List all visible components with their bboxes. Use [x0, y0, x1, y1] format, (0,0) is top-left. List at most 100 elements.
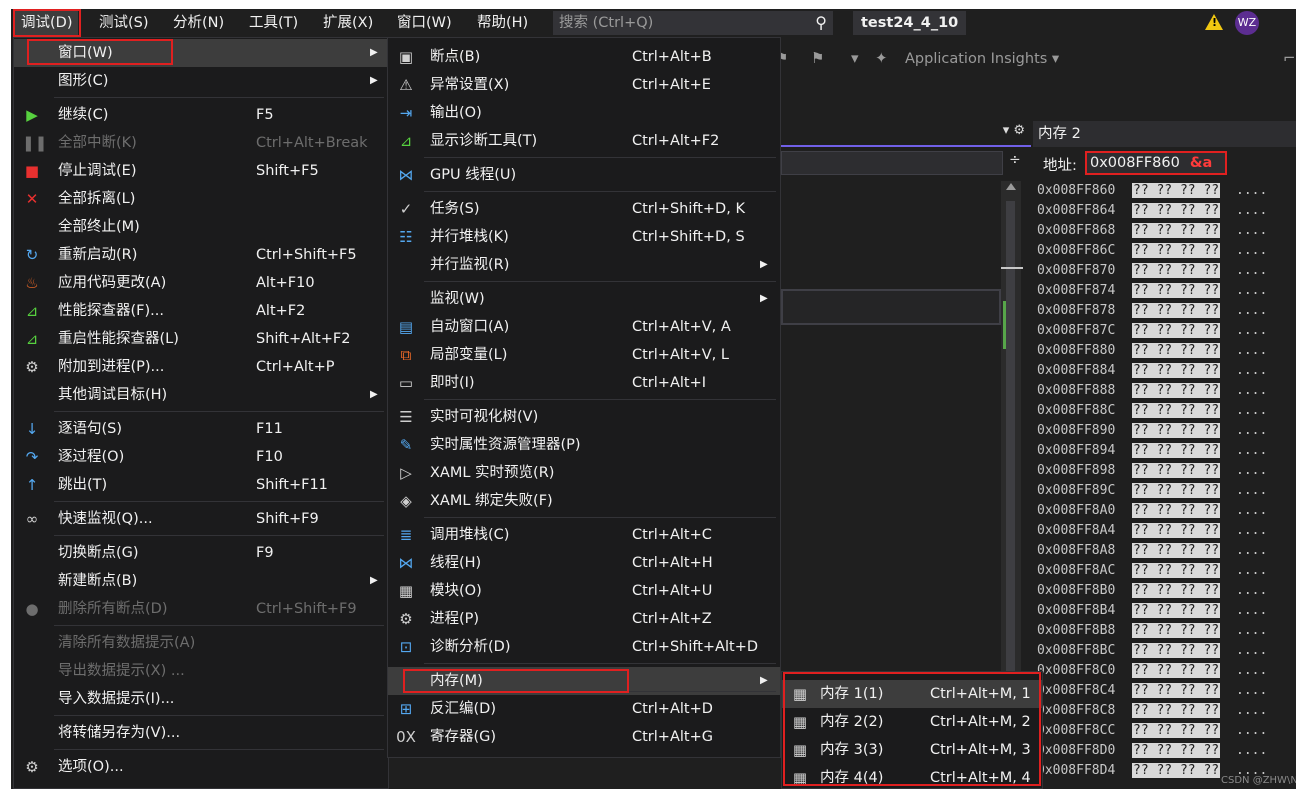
m1-item[interactable]: 窗口(W) ▶ [14, 39, 388, 67]
m3-item[interactable]: ▦ 内存 3(3) Ctrl+Alt+M, 3 [782, 736, 1042, 764]
menu-window[interactable]: 窗口(W) [391, 9, 458, 37]
menu-tools[interactable]: 工具(T) [243, 9, 304, 37]
m1-item[interactable]: ↓ 逐语句(S) F11 [14, 415, 388, 443]
memory-row[interactable]: 0x008FF8C4 ?? ?? ?? ??.... [1033, 681, 1296, 701]
toolbar-overflow-icon[interactable]: ⌐ [1283, 49, 1296, 67]
search-icon[interactable]: ⚲ [815, 11, 827, 35]
m1-item[interactable]: ↑ 跳出(T) Shift+F11 [14, 471, 388, 499]
tab-options-icon[interactable]: ▾ ⚙ [1003, 123, 1025, 138]
menu-test[interactable]: 测试(S) [93, 9, 155, 37]
m3-item[interactable]: ▦ 内存 4(4) Ctrl+Alt+M, 4 [782, 764, 1042, 789]
menu-extensions[interactable]: 扩展(X) [317, 9, 379, 37]
memory-row[interactable]: 0x008FF894 ?? ?? ?? ??.... [1033, 441, 1296, 461]
m1-item[interactable]: ⊿ 重启性能探查器(L) Shift+Alt+F2 [14, 325, 388, 353]
m2-item[interactable]: ▷ XAML 实时预览(R) [388, 459, 780, 487]
memory-window-title[interactable]: 内存 2 [1033, 121, 1296, 147]
m2-item[interactable]: ⋈ 线程(H) Ctrl+Alt+H [388, 549, 780, 577]
m1-item[interactable]: 切换断点(G) F9 [14, 539, 388, 567]
bookmark-icon[interactable]: ⚑ [811, 49, 824, 67]
editor-navigation-dropdown[interactable] [781, 151, 1003, 175]
m1-item[interactable]: ✕ 全部拆离(L) [14, 185, 388, 213]
memory-row[interactable]: 0x008FF890 ?? ?? ?? ??.... [1033, 421, 1296, 441]
m1-item[interactable]: 其他调试目标(H) ▶ [14, 381, 388, 409]
m2-item[interactable]: ⚙ 进程(P) Ctrl+Alt+Z [388, 605, 780, 633]
m1-item[interactable]: ■ 停止调试(E) Shift+F5 [14, 157, 388, 185]
memory-row[interactable]: 0x008FF8C8 ?? ?? ?? ??.... [1033, 701, 1296, 721]
m2-item[interactable]: ▣ 断点(B) Ctrl+Alt+B [388, 43, 780, 71]
m1-item[interactable]: 将转储另存为(V)... [14, 719, 388, 747]
scroll-up-icon[interactable] [1006, 183, 1016, 190]
m2-item[interactable]: ≣ 调用堆栈(C) Ctrl+Alt+C [388, 521, 780, 549]
memory-row[interactable]: 0x008FF8A8 ?? ?? ?? ??.... [1033, 541, 1296, 561]
m2-item[interactable]: ☰ 实时可视化树(V) [388, 403, 780, 431]
m2-item[interactable]: 0X 寄存器(G) Ctrl+Alt+G [388, 723, 780, 751]
m2-item[interactable]: ⧉ 局部变量(L) Ctrl+Alt+V, L [388, 341, 780, 369]
m2-item[interactable]: ▤ 自动窗口(A) Ctrl+Alt+V, A [388, 313, 780, 341]
m1-item[interactable]: ⚙ 附加到进程(P)... Ctrl+Alt+P [14, 353, 388, 381]
m2-item[interactable]: ⊞ 反汇编(D) Ctrl+Alt+D [388, 695, 780, 723]
avatar[interactable]: WZ [1235, 11, 1259, 35]
memory-row[interactable]: 0x008FF888 ?? ?? ?? ??.... [1033, 381, 1296, 401]
menu-debug[interactable]: 调试(D) [15, 9, 79, 37]
m1-item[interactable]: ♨ 应用代码更改(A) Alt+F10 [14, 269, 388, 297]
m1-item[interactable]: ↻ 重新启动(R) Ctrl+Shift+F5 [14, 241, 388, 269]
memory-row[interactable]: 0x008FF884 ?? ?? ?? ??.... [1033, 361, 1296, 381]
memory-row[interactable]: 0x008FF8B4 ?? ?? ?? ??.... [1033, 601, 1296, 621]
m2-item[interactable]: ▭ 即时(I) Ctrl+Alt+I [388, 369, 780, 397]
memory-row[interactable]: 0x008FF8A4 ?? ?? ?? ??.... [1033, 521, 1296, 541]
chevron-down-icon[interactable]: ▾ [851, 49, 859, 67]
warning-icon[interactable]: ! [1205, 14, 1223, 30]
scroll-thumb[interactable] [1006, 201, 1015, 749]
m1-item[interactable]: 全部终止(M) [14, 213, 388, 241]
memory-row[interactable]: 0x008FF8B0 ?? ?? ?? ??.... [1033, 581, 1296, 601]
address-input[interactable]: 0x008FF860 &a [1085, 151, 1227, 175]
application-insights[interactable]: Application Insights ▾ [905, 51, 1059, 67]
memory-row[interactable]: 0x008FF8A0 ?? ?? ?? ??.... [1033, 501, 1296, 521]
m1-item[interactable]: ⚙ 选项(O)... [14, 753, 388, 781]
m2-item[interactable]: 并行监视(R) ▶ [388, 251, 780, 279]
m2-item[interactable]: ◈ XAML 绑定失败(F) [388, 487, 780, 515]
m2-item[interactable]: ⊡ 诊断分析(D) Ctrl+Shift+Alt+D [388, 633, 780, 661]
memory-row[interactable]: 0x008FF86C ?? ?? ?? ??.... [1033, 241, 1296, 261]
m2-item[interactable]: ✓ 任务(S) Ctrl+Shift+D, K [388, 195, 780, 223]
m1-item[interactable]: ▶ 继续(C) F5 [14, 101, 388, 129]
m1-item[interactable]: ⊿ 性能探查器(F)... Alt+F2 [14, 297, 388, 325]
memory-row[interactable]: 0x008FF8B8 ?? ?? ?? ??.... [1033, 621, 1296, 641]
memory-row[interactable]: 0x008FF88C ?? ?? ?? ??.... [1033, 401, 1296, 421]
memory-row[interactable]: 0x008FF8C0 ?? ?? ?? ??.... [1033, 661, 1296, 681]
split-icon[interactable]: ÷ [1009, 152, 1021, 168]
menu-help[interactable]: 帮助(H) [471, 9, 534, 37]
m1-item[interactable]: ∞ 快速监视(Q)... Shift+F9 [14, 505, 388, 533]
m1-item[interactable]: 新建断点(B) ▶ [14, 567, 388, 595]
m1-item[interactable]: 导入数据提示(I)... [14, 685, 388, 713]
memory-row[interactable]: 0x008FF880 ?? ?? ?? ??.... [1033, 341, 1296, 361]
m2-item[interactable]: ⚠ 异常设置(X) Ctrl+Alt+E [388, 71, 780, 99]
m2-item[interactable]: ☷ 并行堆栈(K) Ctrl+Shift+D, S [388, 223, 780, 251]
memory-row[interactable]: 0x008FF878 ?? ?? ?? ??.... [1033, 301, 1296, 321]
m2-item[interactable]: ▦ 模块(O) Ctrl+Alt+U [388, 577, 780, 605]
memory-row[interactable]: 0x008FF89C ?? ?? ?? ??.... [1033, 481, 1296, 501]
m1-item[interactable]: 图形(C) ▶ [14, 67, 388, 95]
menu-analyze[interactable]: 分析(N) [167, 9, 230, 37]
m2-item[interactable]: ⇥ 输出(O) [388, 99, 780, 127]
memory-row[interactable]: 0x008FF87C ?? ?? ?? ??.... [1033, 321, 1296, 341]
memory-row[interactable]: 0x008FF860 ?? ?? ?? ??.... [1033, 181, 1296, 201]
m2-item[interactable]: ⋈ GPU 线程(U) [388, 161, 780, 189]
search-input[interactable]: 搜索 (Ctrl+Q) ⚲ [553, 11, 833, 35]
m2-item[interactable]: ⊿ 显示诊断工具(T) Ctrl+Alt+F2 [388, 127, 780, 155]
memory-row[interactable]: 0x008FF874 ?? ?? ?? ??.... [1033, 281, 1296, 301]
memory-row[interactable]: 0x008FF868 ?? ?? ?? ??.... [1033, 221, 1296, 241]
m3-item[interactable]: ▦ 内存 2(2) Ctrl+Alt+M, 2 [782, 708, 1042, 736]
m1-item[interactable]: ↷ 逐过程(O) F10 [14, 443, 388, 471]
memory-row[interactable]: 0x008FF898 ?? ?? ?? ??.... [1033, 461, 1296, 481]
memory-row[interactable]: 0x008FF8AC ?? ?? ?? ??.... [1033, 561, 1296, 581]
m2-item[interactable]: ✎ 实时属性资源管理器(P) [388, 431, 780, 459]
memory-row[interactable]: 0x008FF870 ?? ?? ?? ??.... [1033, 261, 1296, 281]
m2-item[interactable]: 监视(W) ▶ [388, 285, 780, 313]
memory-row[interactable]: 0x008FF8D0 ?? ?? ?? ??.... [1033, 741, 1296, 761]
memory-row[interactable]: 0x008FF864 ?? ?? ?? ??.... [1033, 201, 1296, 221]
lightbulb-icon[interactable]: ✦ [875, 49, 888, 67]
m3-item[interactable]: ▦ 内存 1(1) Ctrl+Alt+M, 1 [782, 680, 1042, 708]
memory-row[interactable]: 0x008FF8BC ?? ?? ?? ??.... [1033, 641, 1296, 661]
memory-row[interactable]: 0x008FF8CC ?? ?? ?? ??.... [1033, 721, 1296, 741]
